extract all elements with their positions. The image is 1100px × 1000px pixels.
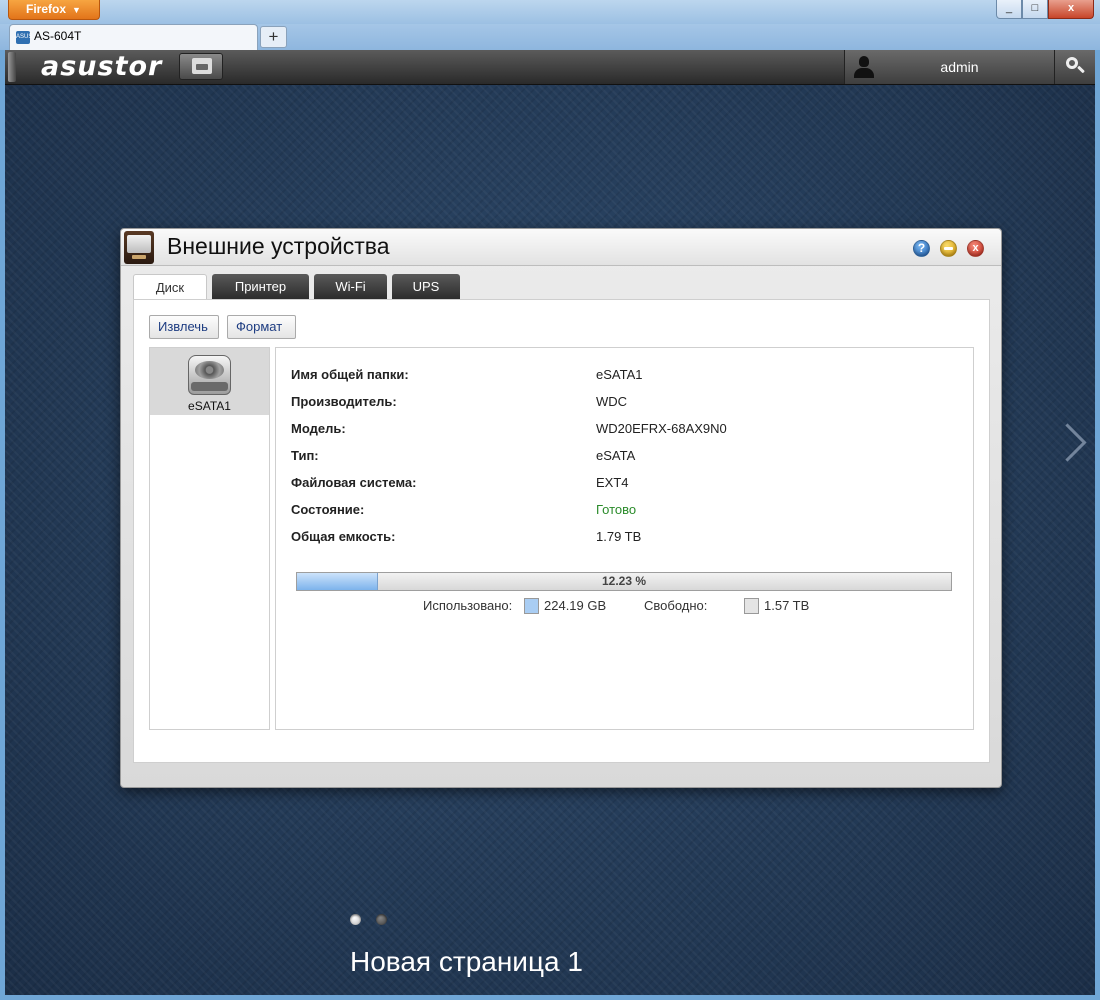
free-value: 1.57 TB (764, 598, 810, 613)
user-menu[interactable]: admin (844, 50, 1054, 84)
eject-button[interactable]: Извлечь (149, 315, 219, 339)
tab-ups[interactable]: UPS (392, 274, 460, 299)
used-label: Использовано: (423, 598, 513, 613)
dropdown-caret-icon: ▼ (72, 5, 81, 15)
detail-key: Состояние: (291, 502, 365, 517)
minimize-button[interactable] (940, 240, 957, 257)
device-item-esata1[interactable]: eSATA1 (150, 348, 269, 415)
page-dot-1[interactable] (350, 914, 361, 925)
detail-value: WDC (596, 394, 628, 409)
detail-value: 1.79 TB (596, 529, 642, 544)
detail-value: WD20EFRX-68AX9N0 (596, 421, 727, 436)
detail-key: Файловая система: (291, 475, 417, 490)
topbar-handle[interactable] (8, 52, 16, 82)
dialog-header[interactable]: Внешние устройства ? x (121, 229, 1001, 266)
show-desktop-icon (192, 58, 212, 74)
nas-topbar: asustor admin (5, 50, 1095, 85)
used-swatch-icon (524, 598, 539, 614)
free-label: Свободно: (644, 598, 708, 613)
firefox-menu-label: Firefox (26, 2, 67, 16)
device-label: eSATA1 (188, 399, 231, 413)
external-devices-app-icon (121, 229, 157, 265)
usage-bar: 12.23 % (296, 572, 952, 591)
help-button[interactable]: ? (913, 240, 930, 257)
dialog-title: Внешние устройства (167, 233, 390, 259)
window-controls: _ □ x (996, 0, 1094, 19)
firefox-menu-button[interactable]: Firefox ▼ (8, 0, 100, 20)
detail-key: Модель: (291, 421, 346, 436)
new-tab-button[interactable]: + (260, 26, 287, 48)
detail-key: Общая емкость: (291, 529, 396, 544)
detail-value: eSATA1 (596, 367, 643, 382)
page-dot-2[interactable] (376, 914, 387, 925)
next-page-arrow-icon[interactable] (1052, 424, 1082, 474)
disk-tab-panel: Извлечь Формат eSATA1 Имя общей папки: e… (133, 299, 990, 763)
browser-tab-title: AS-604T (34, 29, 82, 43)
browser-titlebar: Firefox ▼ _ □ x (0, 0, 1100, 24)
detail-key: Производитель: (291, 394, 397, 409)
page-indicator (350, 914, 387, 925)
window-minimize-button[interactable]: _ (996, 0, 1022, 19)
nas-desktop: asustor admin Внешние устройства ? x Дис… (5, 50, 1095, 995)
asustor-logo: asustor (41, 51, 163, 82)
show-desktop-button[interactable] (179, 53, 223, 80)
window-maximize-button[interactable]: □ (1022, 0, 1048, 19)
username-label: admin (940, 59, 979, 75)
tab-printer[interactable]: Принтер (212, 274, 309, 299)
detail-value: eSATA (596, 448, 636, 463)
hard-drive-icon (188, 355, 231, 395)
search-button[interactable] (1054, 50, 1095, 84)
browser-tabbar: ASUS AS-604T + (0, 24, 1100, 50)
status-value: Готово (596, 502, 637, 517)
window-close-button[interactable]: x (1048, 0, 1094, 19)
tab-disk[interactable]: Диск (133, 274, 207, 300)
format-button[interactable]: Формат (227, 315, 296, 339)
free-swatch-icon (744, 598, 759, 614)
detail-key: Тип: (291, 448, 319, 463)
detail-value: EXT4 (596, 475, 629, 490)
page-name: Новая страница 1 (350, 946, 583, 977)
used-value: 224.19 GB (544, 598, 607, 613)
browser-tab[interactable]: ASUS AS-604T (9, 24, 258, 50)
device-list: eSATA1 (149, 347, 270, 730)
usage-percent-label: 12.23 % (601, 574, 647, 588)
device-details: Имя общей папки: eSATA1 Производитель: W… (275, 347, 974, 730)
tab-wifi[interactable]: Wi-Fi (314, 274, 387, 299)
detail-key: Имя общей папки: (291, 367, 409, 382)
favicon-icon: ASUS (16, 31, 32, 44)
close-button[interactable]: x (967, 240, 984, 257)
external-devices-dialog: Внешние устройства ? x Диск Принтер Wi-F… (120, 228, 1002, 788)
